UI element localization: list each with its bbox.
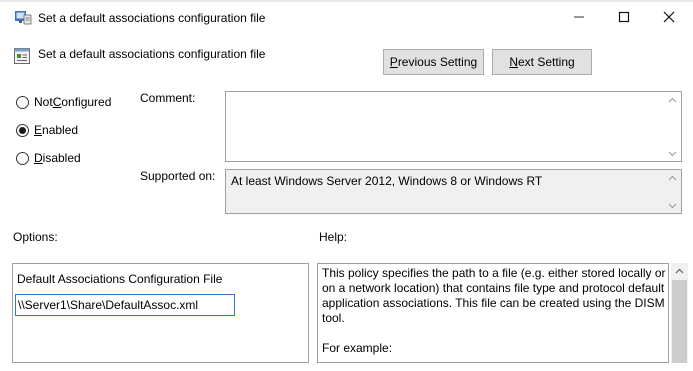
previous-setting-button[interactable]: Previous Setting (383, 49, 484, 75)
radio-not-configured-prefix: Not (34, 95, 53, 109)
radio-disabled-circle[interactable] (16, 151, 29, 165)
previous-button-mnemonic: P (389, 55, 398, 69)
radio-not-configured[interactable]: Not Configured (16, 94, 111, 110)
supported-on-scrollbar[interactable] (664, 170, 681, 213)
scroll-up-icon[interactable] (664, 170, 681, 185)
previous-button-label: revious Setting (397, 55, 478, 69)
supported-on-label: Supported on: (140, 169, 216, 183)
maximize-button[interactable] (601, 0, 647, 34)
minimize-icon (574, 16, 584, 18)
setting-title: Set a default associations configuration… (38, 47, 266, 61)
next-setting-button[interactable]: Next Setting (492, 49, 592, 75)
group-policy-editor-icon (14, 9, 32, 25)
radio-enabled-label: nabled (42, 123, 79, 137)
window-title: Set a default associations configuration… (38, 11, 266, 25)
scrollbar-thumb[interactable] (672, 280, 687, 363)
help-paragraph: This policy specifies the path to a file… (322, 266, 666, 325)
radio-enabled-mnemonic: E (34, 123, 43, 137)
radio-disabled-label: isabled (42, 151, 81, 165)
close-button[interactable] (646, 0, 692, 34)
radio-not-configured-circle[interactable] (16, 95, 29, 109)
radio-enabled-circle[interactable] (16, 123, 29, 137)
scroll-up-icon[interactable] (664, 92, 681, 107)
comment-textarea[interactable] (225, 91, 682, 162)
minimize-button[interactable] (556, 0, 602, 34)
options-field-label: Default Associations Configuration File (17, 272, 223, 286)
radio-disabled[interactable]: Disabled (16, 150, 81, 166)
help-header: Help: (319, 230, 348, 244)
radio-enabled[interactable]: Enabled (16, 122, 78, 138)
comment-label: Comment: (140, 91, 196, 105)
scroll-down-icon[interactable] (664, 146, 681, 161)
close-icon (663, 11, 675, 23)
comment-scrollbar[interactable] (664, 92, 681, 161)
radio-disabled-mnemonic: D (34, 151, 43, 165)
help-text: This policy specifies the path to a file… (322, 266, 668, 371)
scroll-up-icon[interactable] (671, 263, 688, 278)
next-button-label: ext Setting (517, 55, 575, 69)
options-header: Options: (13, 230, 58, 244)
help-scrollbar[interactable] (671, 263, 688, 363)
next-button-mnemonic: N (509, 55, 518, 69)
config-file-path-input[interactable]: \\Server1\Share\DefaultAssoc.xml (15, 294, 235, 316)
help-paragraph: For example: (322, 341, 393, 355)
radio-not-configured-label: onfigured (61, 95, 112, 109)
supported-on-value: At least Windows Server 2012, Windows 8 … (231, 174, 543, 188)
policy-setting-icon (14, 48, 30, 64)
radio-not-configured-mnemonic: C (52, 95, 62, 109)
scroll-down-icon[interactable] (664, 198, 681, 213)
maximize-icon (618, 11, 630, 23)
